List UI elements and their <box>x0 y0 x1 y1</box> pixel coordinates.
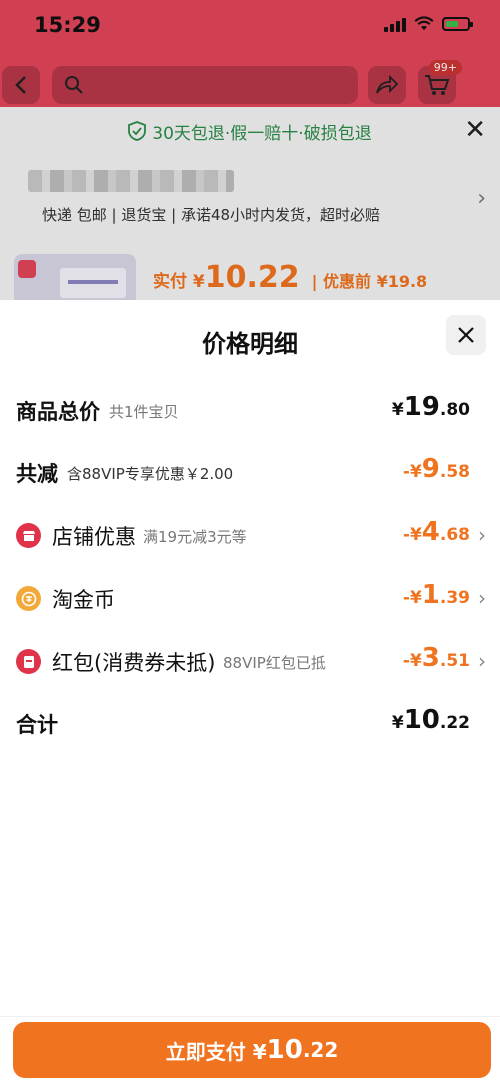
row-amount: -¥3.51 <box>402 643 470 673</box>
row-label: 店铺优惠 <box>52 525 136 549</box>
footer-divider <box>0 1016 500 1017</box>
pay-button-dec: .22 <box>302 1038 339 1062</box>
chevron-right-icon: › <box>478 523 486 547</box>
price-row-total: 合计 ¥10.22 <box>0 703 500 743</box>
row-label: 共减 <box>16 462 58 486</box>
price-detail-sheet: 价格明细 商品总价 共1件宝贝 ¥19.80 共减 含88VIP专享优惠￥2.0… <box>0 300 500 1088</box>
row-label: 商品总价 <box>16 400 100 424</box>
dim-overlay <box>0 0 500 300</box>
row-amount: ¥10.22 <box>391 705 470 735</box>
chevron-right-icon: › <box>478 649 486 673</box>
pay-button-label: 立即支付 ¥ <box>165 1039 267 1064</box>
red-packet-icon <box>16 649 41 674</box>
row-label: 红包(消费券未抵) <box>52 651 216 675</box>
pay-button-int: 10 <box>266 1035 303 1065</box>
price-row-total-discount: 共减 含88VIP专享优惠￥2.00 -¥9.58 <box>0 452 500 492</box>
row-amount: -¥1.39 <box>402 580 470 610</box>
row-sub: 共1件宝贝 <box>109 403 179 421</box>
taojinbi-coin-icon <box>16 586 41 611</box>
row-sub: 88VIP红包已抵 <box>223 654 326 672</box>
shop-coupon-icon <box>16 523 41 548</box>
row-sub: 含88VIP专享优惠￥2.00 <box>67 465 234 483</box>
price-row-red-packet[interactable]: 红包(消费券未抵) 88VIP红包已抵 -¥3.51 › <box>0 641 500 681</box>
row-amount: -¥4.68 <box>402 517 470 547</box>
row-label: 合计 <box>16 713 58 737</box>
close-icon <box>458 327 474 343</box>
row-sub: 满19元减3元等 <box>143 528 247 546</box>
pay-now-button[interactable]: 立即支付 ¥10.22 <box>13 1022 491 1078</box>
price-row-goods-total: 商品总价 共1件宝贝 ¥19.80 <box>0 390 500 430</box>
close-button[interactable] <box>446 315 486 355</box>
row-amount: -¥9.58 <box>402 454 470 484</box>
price-row-shop-discount[interactable]: 店铺优惠 满19元减3元等 -¥4.68 › <box>0 515 500 555</box>
price-row-taojinbi[interactable]: 淘金币 -¥1.39 › <box>0 578 500 618</box>
background-page: 15:29 99+ 30天包退·假一赔十·破损包退 ✕ 快递 包邮 | 退货宝 … <box>0 0 500 300</box>
row-amount: ¥19.80 <box>391 392 470 422</box>
sheet-title: 价格明细 <box>202 330 298 358</box>
row-label: 淘金币 <box>52 588 115 612</box>
chevron-right-icon: › <box>478 586 486 610</box>
